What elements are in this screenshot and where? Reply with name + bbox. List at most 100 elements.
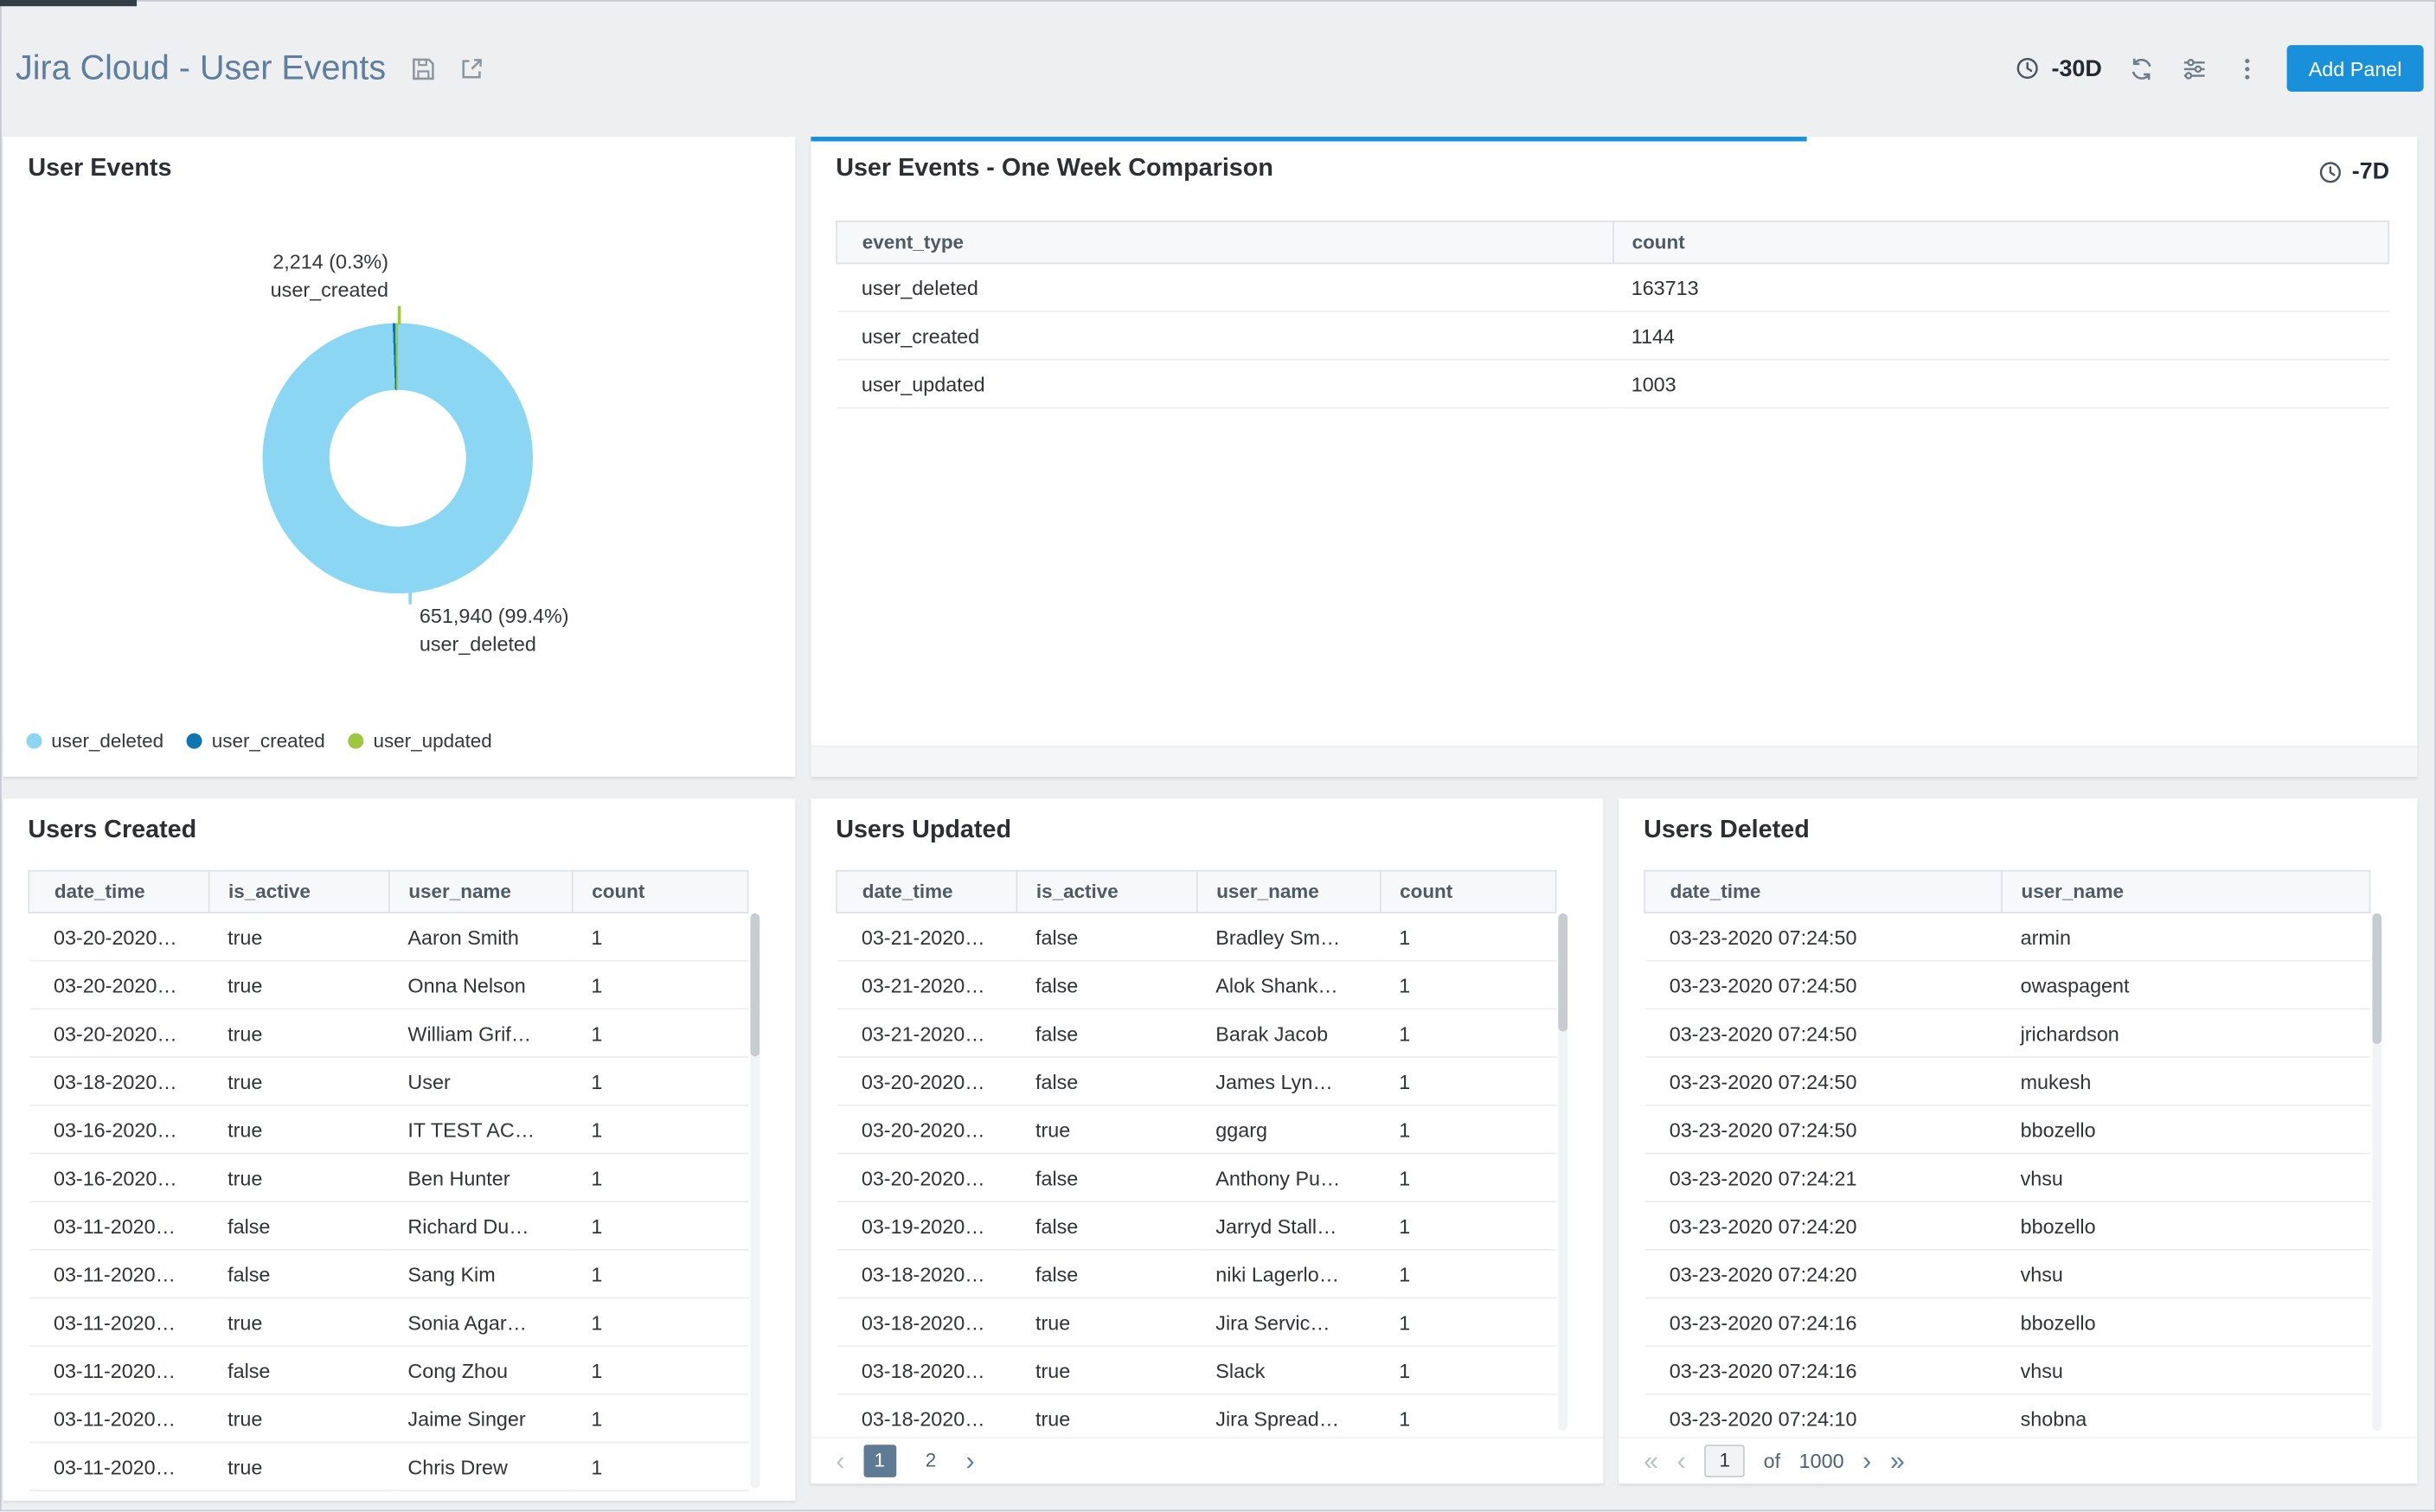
table-row[interactable]: 03-20-2020…falseAnthony Pu…1 xyxy=(837,1153,1556,1201)
table-row[interactable]: 03-20-2020…trueWilliam Grif…1 xyxy=(29,1009,748,1057)
column-header-user_name[interactable]: user_name xyxy=(2002,871,2370,913)
column-header-count[interactable]: count xyxy=(1612,221,2388,263)
table-cell: 1 xyxy=(1381,1105,1556,1154)
table-row[interactable]: 03-18-2020…trueJira Servic…1 xyxy=(837,1297,1556,1346)
table-row[interactable]: 03-19-2020…falseJarryd Stall…1 xyxy=(837,1201,1556,1250)
table-row[interactable]: user_created1144 xyxy=(837,311,2388,360)
table-row[interactable]: 03-21-2020…falseBarak Jacob1 xyxy=(837,1009,1556,1057)
table-cell: 1 xyxy=(573,1153,748,1201)
table-cell: 03-20-2020… xyxy=(837,1105,1016,1154)
table-cell: 03-21-2020… xyxy=(837,961,1016,1009)
table-cell: user_updated xyxy=(837,360,1612,408)
page-button-2[interactable]: 2 xyxy=(914,1445,947,1477)
table-cell: 1144 xyxy=(1612,311,2388,360)
column-header-event_type[interactable]: event_type xyxy=(837,221,1612,263)
table-cell: 1 xyxy=(573,1250,748,1298)
table-row[interactable]: 03-11-2020…trueSonia Agar…1 xyxy=(29,1297,748,1346)
table-cell: 03-23-2020 07:24:50 xyxy=(1644,913,2002,961)
table-row[interactable]: 03-23-2020 07:24:20vhsu xyxy=(1644,1250,2370,1298)
table-row[interactable]: 03-20-2020…trueggarg1 xyxy=(837,1105,1556,1154)
data-table: date_timeis_activeuser_namecount03-21-20… xyxy=(836,870,1556,1438)
table-row[interactable]: 03-21-2020…falseBradley Sm…1 xyxy=(837,913,1556,961)
table-cell: true xyxy=(1016,1297,1196,1346)
vertical-scrollbar[interactable] xyxy=(2372,913,2382,1431)
column-header-date_time[interactable]: date_time xyxy=(837,871,1016,913)
horizontal-scrollbar[interactable] xyxy=(811,746,2417,777)
kebab-menu-icon[interactable] xyxy=(2234,55,2261,82)
table-cell: Alok Shank… xyxy=(1197,961,1381,1009)
legend-label: user_created xyxy=(212,730,325,752)
table-row[interactable]: 03-20-2020…trueOnna Nelson1 xyxy=(29,961,748,1009)
table-row[interactable]: 03-21-2020…falseAlok Shank…1 xyxy=(837,961,1556,1009)
scrollbar-thumb[interactable] xyxy=(1558,913,1567,1031)
prev-page-icon[interactable]: ‹ xyxy=(1677,1444,1686,1478)
table-row[interactable]: 03-23-2020 07:24:50mukesh xyxy=(1644,1057,2370,1105)
table-row[interactable]: 03-20-2020…falseJames Lyn…1 xyxy=(837,1057,1556,1105)
legend-item-user_created[interactable]: user_created xyxy=(187,730,325,752)
refresh-icon[interactable] xyxy=(2128,55,2155,82)
first-page-icon[interactable]: « xyxy=(1644,1444,1658,1478)
table-row[interactable]: 03-18-2020…trueJira Spread…1 xyxy=(837,1394,1556,1437)
table-row[interactable]: 03-23-2020 07:24:50jrichardson xyxy=(1644,1009,2370,1057)
table-row[interactable]: 03-23-2020 07:24:50owaspagent xyxy=(1644,961,2370,1009)
callout-value: 2,214 (0.3%) xyxy=(152,248,388,276)
table-cell: Ben Hunter xyxy=(389,1153,573,1201)
add-panel-button[interactable]: Add Panel xyxy=(2287,45,2424,92)
table-cell: 03-11-2020… xyxy=(29,1346,208,1394)
legend-item-user_deleted[interactable]: user_deleted xyxy=(27,730,164,752)
table-row[interactable]: 03-11-2020…falseRichard Du…1 xyxy=(29,1201,748,1250)
table-row[interactable]: 03-11-2020…falseSang Kim1 xyxy=(29,1250,748,1298)
save-icon[interactable] xyxy=(411,55,438,82)
table-row[interactable]: 03-18-2020…trueSlack1 xyxy=(837,1346,1556,1394)
table-row[interactable]: 03-11-2020…trueJaime Singer1 xyxy=(29,1394,748,1443)
current-page-input[interactable]: 1 xyxy=(1704,1445,1745,1477)
table-row[interactable]: user_deleted163713 xyxy=(837,263,2388,311)
scrollbar-thumb[interactable] xyxy=(750,913,760,1056)
filter-sliders-icon[interactable] xyxy=(2181,55,2208,82)
table-row[interactable]: 03-23-2020 07:24:50bbozello xyxy=(1644,1105,2370,1154)
table-row[interactable]: 03-23-2020 07:24:16bbozello xyxy=(1644,1297,2370,1346)
vertical-scrollbar[interactable] xyxy=(750,913,760,1488)
column-header-count[interactable]: count xyxy=(573,871,748,913)
table-row[interactable]: user_updated1003 xyxy=(837,360,2388,408)
column-header-user_name[interactable]: user_name xyxy=(389,871,573,913)
dashboard-time-range[interactable]: -30D xyxy=(2016,55,2102,82)
table-cell: 03-18-2020… xyxy=(837,1250,1016,1298)
table-row[interactable]: 03-20-2020…trueAaron Smith1 xyxy=(29,913,748,961)
table-row[interactable]: 03-18-2020…falseniki Lagerlo…1 xyxy=(837,1250,1556,1298)
table-cell: 03-11-2020… xyxy=(29,1297,208,1346)
table-row[interactable]: 03-23-2020 07:24:16vhsu xyxy=(1644,1346,2370,1394)
next-page-icon[interactable]: › xyxy=(965,1444,974,1478)
column-header-user_name[interactable]: user_name xyxy=(1197,871,1381,913)
table-row[interactable]: 03-11-2020…trueChris Drew1 xyxy=(29,1443,748,1491)
legend-item-user_updated[interactable]: user_updated xyxy=(349,730,492,752)
vertical-scrollbar[interactable] xyxy=(1558,913,1567,1431)
panel-time-range[interactable]: -7D xyxy=(2317,158,2389,185)
table-cell: Bradley Sm… xyxy=(1197,913,1381,961)
table-row[interactable]: 03-23-2020 07:24:50armin xyxy=(1644,913,2370,961)
table-row[interactable]: 03-23-2020 07:24:20bbozello xyxy=(1644,1201,2370,1250)
panel-highlight-bar xyxy=(811,137,1806,141)
column-header-is_active[interactable]: is_active xyxy=(1016,871,1196,913)
next-page-icon[interactable]: › xyxy=(1862,1444,1871,1478)
table-cell: 03-16-2020… xyxy=(29,1105,208,1154)
table-cell: true xyxy=(209,1153,389,1201)
total-pages-label: 1000 xyxy=(1799,1450,1844,1473)
prev-page-icon[interactable]: ‹ xyxy=(836,1444,844,1478)
column-header-date_time[interactable]: date_time xyxy=(29,871,208,913)
pagination: « ‹ 1 of 1000 › » xyxy=(1619,1437,2417,1483)
scrollbar-thumb[interactable] xyxy=(2372,913,2382,1044)
table-row[interactable]: 03-11-2020…falseCong Zhou1 xyxy=(29,1346,748,1394)
table-cell: 1 xyxy=(1381,913,1556,961)
table-row[interactable]: 03-18-2020…trueUser1 xyxy=(29,1057,748,1105)
table-row[interactable]: 03-16-2020…trueIT TEST AC…1 xyxy=(29,1105,748,1154)
table-row[interactable]: 03-16-2020…trueBen Hunter1 xyxy=(29,1153,748,1201)
table-row[interactable]: 03-23-2020 07:24:21vhsu xyxy=(1644,1153,2370,1201)
column-header-count[interactable]: count xyxy=(1381,871,1556,913)
share-icon[interactable] xyxy=(459,55,486,82)
last-page-icon[interactable]: » xyxy=(1890,1444,1905,1478)
page-button-1[interactable]: 1 xyxy=(863,1445,896,1477)
column-header-is_active[interactable]: is_active xyxy=(209,871,389,913)
column-header-date_time[interactable]: date_time xyxy=(1644,871,2002,913)
table-row[interactable]: 03-23-2020 07:24:10shobna xyxy=(1644,1394,2370,1437)
